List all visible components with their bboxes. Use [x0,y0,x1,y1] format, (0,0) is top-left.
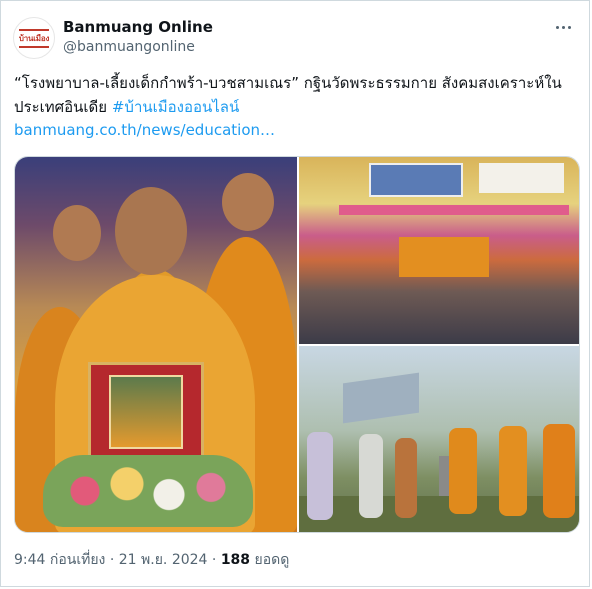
views-label: ยอดดู [254,552,290,568]
separator: · [207,552,221,568]
tweet-time[interactable]: 9:44 ก่อนเที่ยง [14,552,105,568]
media-grid [14,156,580,533]
more-horizontal-icon[interactable] [551,17,575,37]
avatar[interactable]: บ้านเมือง [13,17,55,59]
tweet-card[interactable]: บ้านเมือง Banmuang Online @banmuangonlin… [0,0,590,587]
photo-group-outdoor[interactable] [299,346,579,532]
separator: · [105,552,119,568]
photo-monk-portrait[interactable] [15,157,297,532]
tweet-date[interactable]: 21 พ.ย. 2024 [119,552,208,568]
tweet-body: “โรงพยาบาล-เลี้ยงเด็กกำพร้า-บวชสามเณร” ก… [14,74,562,116]
avatar-logo: บ้านเมือง [18,28,49,48]
display-name[interactable]: Banmuang Online [63,18,213,36]
article-link[interactable]: banmuang.co.th/news/education… [14,121,275,139]
photo-ceremony-hall[interactable] [299,157,579,344]
views-count: 188 [220,552,251,568]
tweet-text: “โรงพยาบาล-เลี้ยงเด็กกำพร้า-บวชสามเณร” ก… [14,71,582,119]
tweet-meta: 9:44 ก่อนเที่ยง · 21 พ.ย. 2024 · 188 ยอด… [14,549,289,571]
user-handle[interactable]: @banmuangonline [63,39,195,55]
flower-bouquet [43,455,253,527]
hashtag-link[interactable]: #บ้านเมืองออนไลน์ [112,98,239,116]
